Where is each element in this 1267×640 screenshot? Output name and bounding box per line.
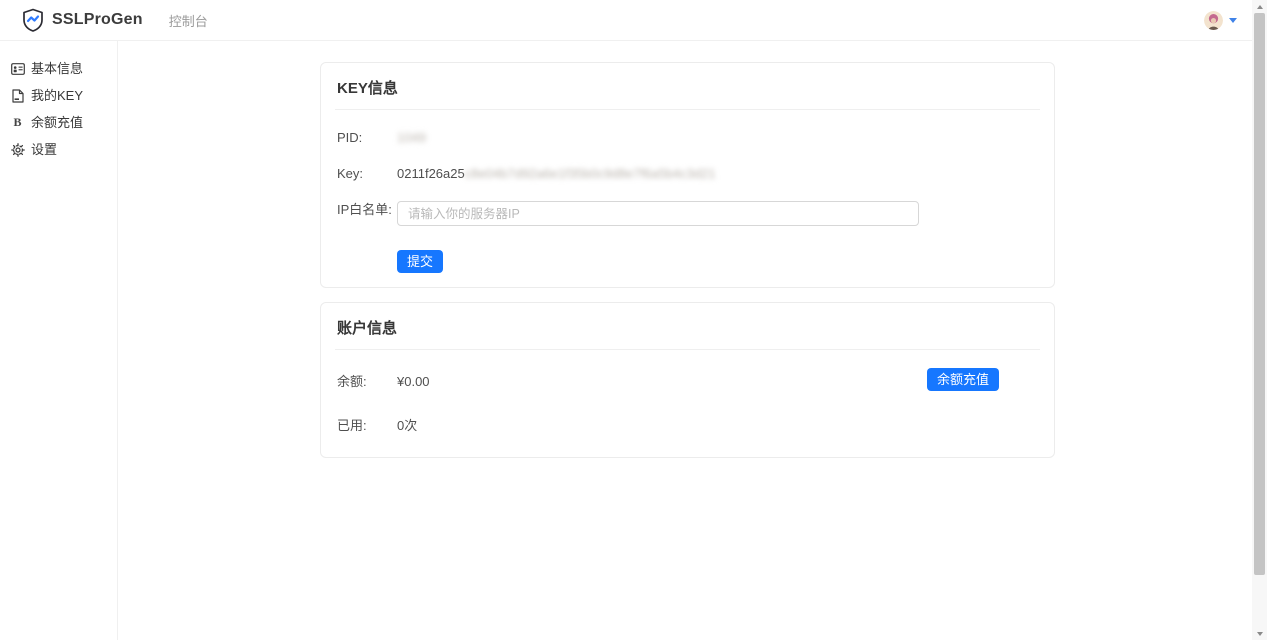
scrollbar-down-arrow[interactable] [1252,627,1267,640]
brand[interactable]: SSLProGen [22,8,143,32]
top-navbar: SSLProGen 控制台 [0,0,1267,41]
key-row: Key: 0211f26a25c8e04b7d92a6e1f35b0c9d8e7… [337,165,1038,182]
bitcoin-icon: B [10,115,25,130]
key-label: Key: [337,165,397,182]
used-row: 已用: 0次 [337,414,1038,437]
account-info-title: 账户信息 [337,315,1038,349]
breadcrumb: 控制台 [169,11,208,30]
pid-row: PID: 1049 [337,129,1038,146]
used-label: 已用: [337,417,397,434]
sidebar-item-recharge[interactable]: B 余额充值 [0,109,117,136]
used-value: 0次 [397,417,417,434]
account-info-card: 账户信息 余额: ¥0.00 余额充值 已用: 0次 [320,302,1055,458]
vertical-scrollbar[interactable] [1252,0,1267,640]
ip-whitelist-input[interactable] [397,201,919,226]
balance-label: 余额: [337,373,397,390]
gear-icon [10,142,25,157]
pid-label: PID: [337,129,397,146]
caret-down-icon [1229,18,1237,23]
divider [335,349,1040,350]
key-value-redacted: c8e04b7d92a6e1f35b0c9d8e7f6a5b4c3d21 [465,166,716,181]
main-content: KEY信息 PID: 1049 Key: 0211f26a25c8e04b7d9… [118,41,1252,640]
sidebar-item-label: 设置 [31,142,57,157]
sidebar: 基本信息 我的KEY B 余额充值 设置 [0,41,118,640]
submit-row: 提交 [397,250,1038,273]
sidebar-item-settings[interactable]: 设置 [0,136,117,163]
ip-whitelist-label: IP白名单: [337,201,397,218]
sidebar-item-label: 我的KEY [31,88,83,103]
sidebar-item-my-key[interactable]: 我的KEY [0,82,117,109]
file-key-icon [10,88,25,103]
ip-whitelist-row: IP白名单: [337,201,1038,226]
balance-row: 余额: ¥0.00 余额充值 [337,370,1038,393]
key-info-title: KEY信息 [337,75,1038,109]
submit-button[interactable]: 提交 [397,250,443,273]
sidebar-item-label: 基本信息 [31,61,83,76]
sidebar-item-basic-info[interactable]: 基本信息 [0,55,117,82]
divider [335,109,1040,110]
id-card-icon [10,61,25,76]
avatar[interactable] [1204,11,1223,30]
shield-pulse-icon [22,8,44,32]
key-value-visible: 0211f26a25 [397,166,465,181]
balance-value: ¥0.00 [397,373,430,390]
key-value: 0211f26a25c8e04b7d92a6e1f35b0c9d8e7f6a5b… [397,165,716,182]
app-title: SSLProGen [52,11,143,29]
key-info-card: KEY信息 PID: 1049 Key: 0211f26a25c8e04b7d9… [320,62,1055,288]
scrollbar-thumb[interactable] [1254,13,1265,575]
user-menu[interactable] [1204,0,1237,41]
recharge-button[interactable]: 余额充值 [927,368,999,391]
scrollbar-up-arrow[interactable] [1252,0,1267,13]
sidebar-item-label: 余额充值 [31,115,83,130]
pid-value-redacted: 1049 [397,129,426,146]
